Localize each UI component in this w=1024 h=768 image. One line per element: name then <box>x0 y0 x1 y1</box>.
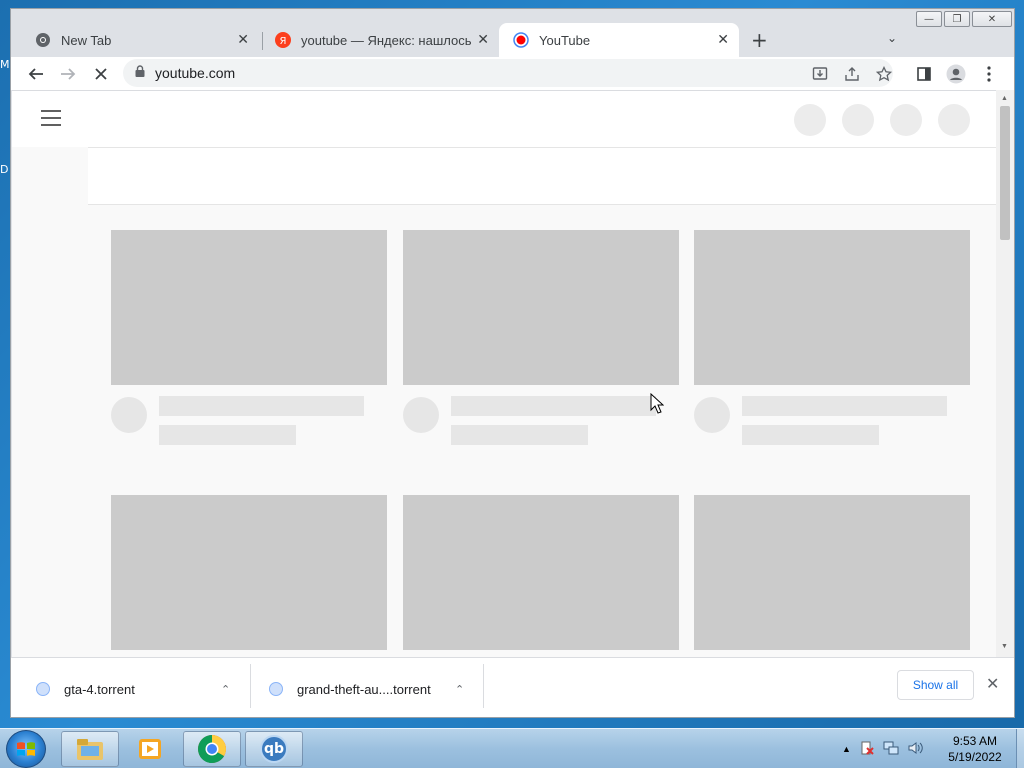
hamburger-menu-icon[interactable] <box>41 110 61 131</box>
chevron-up-icon[interactable]: ⌃ <box>221 683 230 696</box>
taskbar-media-player[interactable] <box>121 731 179 767</box>
thumbnail-placeholder <box>403 495 679 650</box>
youtube-icon <box>513 32 529 48</box>
lock-icon[interactable] <box>135 64 145 82</box>
chrome-icon <box>198 735 226 763</box>
meta-placeholder <box>159 425 296 445</box>
header-placeholder-circle <box>890 104 922 136</box>
download-separator <box>483 664 484 708</box>
header-placeholder-circle <box>938 104 970 136</box>
chevron-up-icon[interactable]: ⌃ <box>455 683 464 696</box>
thumbnail-placeholder <box>694 230 970 385</box>
taskbar: qb ▲ 9:53 AM 5/19/2022 <box>0 728 1024 768</box>
new-tab-button[interactable]: + <box>751 28 768 52</box>
avatar-placeholder <box>403 397 439 433</box>
forward-icon[interactable] <box>56 62 80 86</box>
close-icon[interactable]: ✕ <box>477 32 489 48</box>
download-filename[interactable]: grand-theft-au....torrent <box>297 682 431 697</box>
torrent-file-icon <box>269 682 283 696</box>
browser-window: — ❐ ✕ New Tab ✕ Я youtube — Яндекс: нашл… <box>10 8 1015 718</box>
tray-expand-icon[interactable]: ▲ <box>842 744 851 754</box>
clock-date: 5/19/2022 <box>948 750 1002 764</box>
taskbar-clock[interactable]: 9:53 AM 5/19/2022 <box>938 733 1012 765</box>
show-all-button[interactable]: Show all <box>897 670 974 700</box>
action-center-icon[interactable] <box>859 740 875 759</box>
avatar-placeholder <box>694 397 730 433</box>
video-card-skeleton <box>111 230 387 445</box>
downloads-shelf: gta-4.torrent ⌃ grand-theft-au....torren… <box>11 657 1014 717</box>
volume-icon[interactable] <box>907 740 923 759</box>
video-card-skeleton <box>403 230 679 445</box>
menu-kebab-icon[interactable] <box>977 62 1001 86</box>
scroll-up-icon[interactable]: ▲ <box>1001 95 1008 102</box>
scroll-down-icon[interactable]: ▼ <box>1001 643 1008 650</box>
header-placeholder-circle <box>794 104 826 136</box>
url-text[interactable]: youtube.com <box>155 65 235 81</box>
page-scrollbar[interactable]: ▲ ▼ <box>996 90 1014 657</box>
svg-text:Я: Я <box>280 36 287 47</box>
browser-toolbar: youtube.com <box>11 57 1014 90</box>
address-bar[interactable]: youtube.com <box>123 59 893 87</box>
tab-title: New Tab <box>61 32 112 48</box>
thumbnail-placeholder <box>111 230 387 385</box>
tab-youtube[interactable]: YouTube ✕ <box>499 23 739 57</box>
back-icon[interactable] <box>24 62 48 86</box>
download-filename[interactable]: gta-4.torrent <box>64 682 135 697</box>
explorer-icon <box>77 739 103 760</box>
title-placeholder <box>159 396 364 416</box>
desktop-label-2: D <box>0 163 9 176</box>
taskbar-explorer[interactable] <box>61 731 119 767</box>
close-icon[interactable]: ✕ <box>717 32 729 48</box>
windows-start-button[interactable] <box>6 730 46 768</box>
share-icon[interactable] <box>840 62 864 86</box>
yandex-icon: Я <box>275 32 291 48</box>
thumbnail-placeholder <box>403 230 679 385</box>
bookmark-star-icon[interactable] <box>872 62 896 86</box>
meta-placeholder <box>742 425 879 445</box>
taskbar-chrome[interactable] <box>183 731 241 767</box>
video-card-skeleton <box>111 495 387 650</box>
torrent-file-icon <box>36 682 50 696</box>
side-panel-icon[interactable] <box>912 62 936 86</box>
stop-loading-icon[interactable] <box>89 62 113 86</box>
title-placeholder <box>451 396 656 416</box>
tab-title: youtube — Яндекс: нашлось 50 <box>301 32 471 48</box>
network-icon[interactable] <box>883 740 899 759</box>
title-placeholder <box>742 396 947 416</box>
meta-placeholder <box>451 425 588 445</box>
qbittorrent-label: qb <box>263 741 285 757</box>
video-card-skeleton <box>403 495 679 650</box>
clock-time: 9:53 AM <box>952 734 998 748</box>
system-tray: ▲ <box>842 729 923 768</box>
thumbnail-placeholder <box>694 495 970 650</box>
desktop-label-1: M <box>0 58 10 71</box>
thumbnail-placeholder <box>111 495 387 650</box>
header-placeholder-circle <box>842 104 874 136</box>
close-downloads-icon[interactable]: ✕ <box>986 674 999 693</box>
chrome-icon <box>35 32 51 48</box>
chips-bar-placeholder <box>88 147 996 205</box>
download-item[interactable]: gta-4.torrent ⌃ <box>36 658 261 717</box>
mouse-cursor-icon <box>650 392 665 419</box>
video-card-skeleton <box>694 230 970 445</box>
close-icon[interactable]: ✕ <box>237 32 249 48</box>
media-player-icon <box>139 739 161 759</box>
show-desktop-button[interactable] <box>1016 729 1024 768</box>
taskbar-qbittorrent[interactable]: qb <box>245 731 303 767</box>
yt-masthead-placeholder <box>12 91 996 147</box>
avatar-placeholder <box>111 397 147 433</box>
profile-avatar-icon[interactable] <box>944 62 968 86</box>
video-card-skeleton <box>694 495 970 650</box>
tab-new-tab[interactable]: New Tab ✕ <box>21 23 259 57</box>
youtube-page <box>12 90 996 657</box>
download-item[interactable]: grand-theft-au....torrent ⌃ <box>269 658 489 717</box>
download-separator <box>250 664 251 708</box>
scroll-thumb[interactable] <box>1000 106 1010 240</box>
tab-strip: New Tab ✕ Я youtube — Яндекс: нашлось 50… <box>11 23 1014 57</box>
tab-yandex[interactable]: Я youtube — Яндекс: нашлось 50 ✕ <box>261 23 499 57</box>
install-app-icon[interactable] <box>808 62 832 86</box>
tab-search-icon[interactable]: ⌄ <box>887 31 897 45</box>
tab-title: YouTube <box>539 32 591 48</box>
